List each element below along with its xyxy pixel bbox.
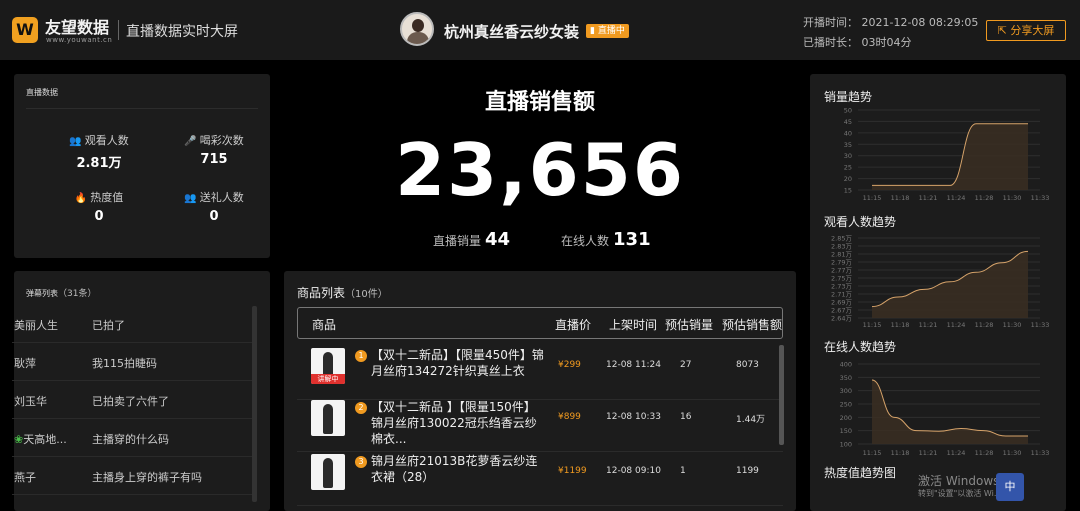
live-duration: 已播时长： 03时04分 [803,36,912,49]
danmaku-row: 美丽人生 已拍了 [12,305,252,343]
product-scrollbar[interactable] [779,345,784,445]
share-icon: ⇱ [997,24,1011,37]
product-thumbnail [311,400,345,436]
product-row[interactable]: 2 【双十二新品 】【限量150件】锦月丝府130022冠乐绉香云纱棉衣... … [297,394,783,452]
product-list-title: 商品列表（10件） [297,286,388,300]
product-thumbnail: 讲解中 [311,348,345,384]
live-status-badge: ▮ 直播中 [586,24,629,38]
rank-icon: 3 [355,456,367,468]
shop-avatar [400,12,434,46]
danmaku-row: 燕子 主播身上穿的裤子有吗 [12,457,252,495]
logo-name: 友望数据 [45,18,110,37]
logo-icon: W [12,17,38,43]
header-divider [118,20,119,40]
sales-trend-title: 销量趋势 [824,90,873,104]
rank-icon: 1 [355,350,367,362]
trend-panel [810,74,1066,511]
user-avatar-icon: ❀ [14,433,24,446]
activation-watermark: 激活 Windows [918,474,1000,488]
danmaku-scrollbar[interactable] [252,306,257,502]
header-subtitle: 直播数据实时大屏 [126,24,238,40]
danmaku-row: 刘玉华 已拍卖了六件了 [12,381,252,419]
danmaku-title: 弹幕列表（31条） [26,289,97,299]
ime-indicator[interactable]: 中 [996,473,1024,501]
heat-trend-title: 热度值趋势图 [824,466,897,480]
danmaku-row: ❀天高地... 主播穿的什么码 [12,419,252,457]
logo-url: www.youwant.cn [46,36,113,44]
viewers-trend-title: 观看人数趋势 [824,215,897,229]
danmaku-row: 耿萍 我115拍睫码 [12,343,252,381]
online-trend-title: 在线人数趋势 [824,340,897,354]
product-table-header: 商品 直播价 上架时间 预估销量 预估销售额 [297,307,783,339]
shop-name: 杭州真丝香云纱女装 [444,23,580,41]
top-header: W 友望数据 www.youwant.cn 直播数据实时大屏 杭州真丝香云纱女装… [0,0,1080,60]
start-time: 开播时间： 2021-12-08 08:29:05 [803,16,979,29]
product-row[interactable]: 讲解中 1 【双十二新品】【限量450件】锦月丝府134272针织真丝上衣 ¥2… [297,342,783,400]
product-thumbnail [311,454,345,490]
product-row[interactable]: 3 锦月丝府21013B花萝香云纱连衣裙（28） ¥1199 12-08 09:… [297,448,783,506]
share-screen-button[interactable]: ⇱ 分享大屏 [986,20,1066,41]
online-count: 在线人数 131 [561,229,651,250]
activation-watermark-sub: 转到"设置"以激活 Wi... [918,489,1002,498]
sold-count: 直播销量 44 [433,229,511,250]
rank-icon: 2 [355,402,367,414]
